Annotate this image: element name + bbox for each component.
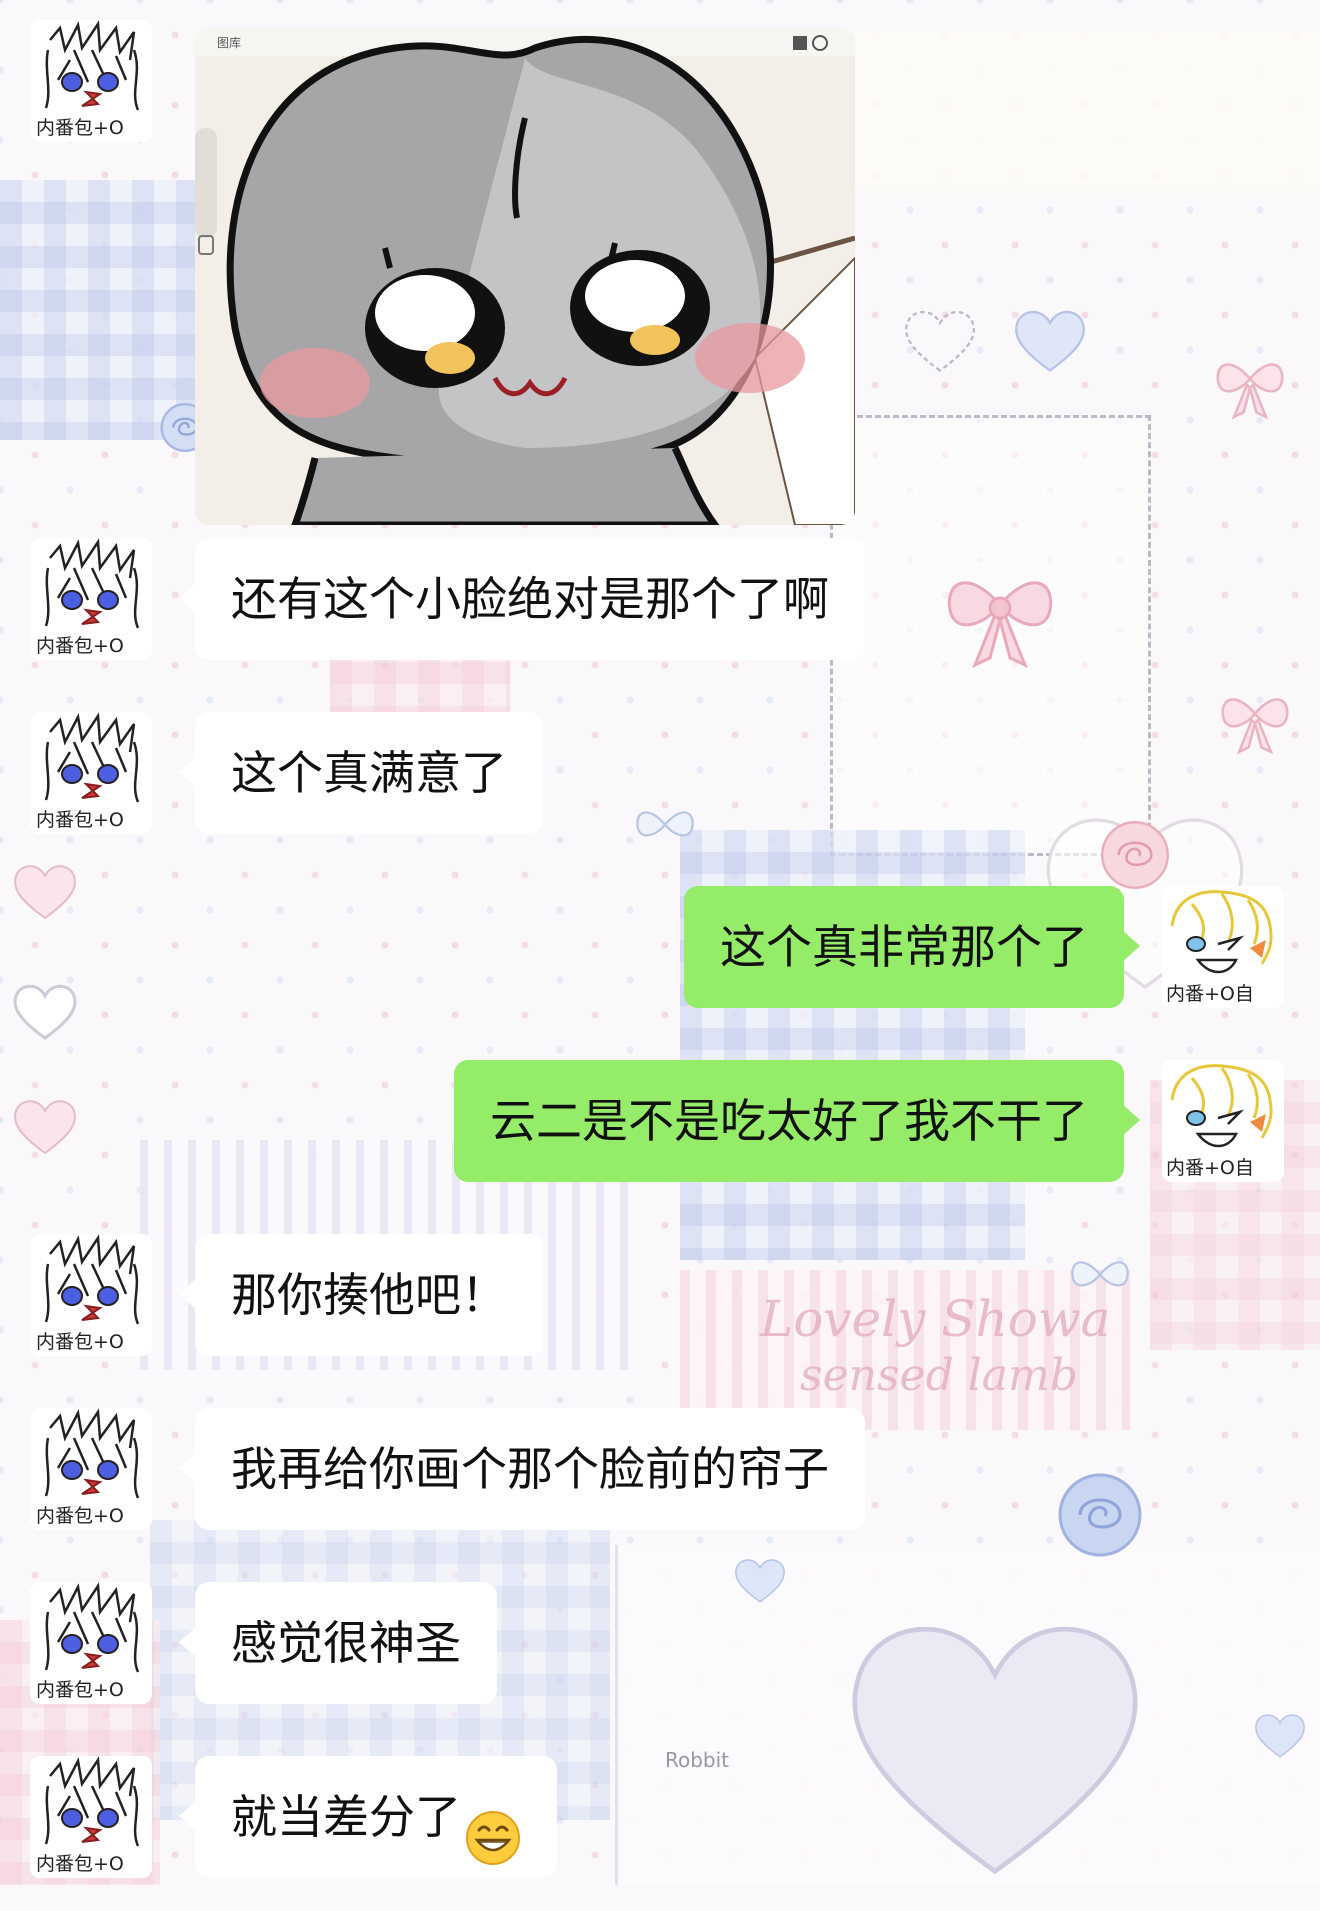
heart-outline-icon bbox=[730, 1555, 790, 1605]
heart-outline-icon bbox=[10, 980, 80, 1042]
message-text: 就当差分了 bbox=[231, 1790, 461, 1844]
contact-avatar[interactable] bbox=[30, 1234, 152, 1356]
outgoing-message-bubble[interactable]: 云二是不是吃太好了我不干了 bbox=[454, 1060, 1140, 1182]
self-avatar[interactable] bbox=[1162, 886, 1284, 1008]
heart-outline-icon bbox=[10, 860, 80, 922]
contact-avatar[interactable] bbox=[30, 1756, 152, 1878]
background-watermark-line1: Lovely Showa bbox=[760, 1290, 1111, 1348]
contact-avatar[interactable] bbox=[30, 1582, 152, 1704]
background-watermark-line2: sensed lamb bbox=[800, 1350, 1078, 1401]
sticker-image-message[interactable]: 图库 bbox=[195, 28, 855, 525]
contact-avatar[interactable] bbox=[30, 20, 152, 142]
contact-avatar[interactable] bbox=[30, 1408, 152, 1530]
heart-outline-icon bbox=[1250, 1710, 1310, 1760]
incoming-message-bubble[interactable]: 感觉很神圣 bbox=[179, 1582, 497, 1704]
outgoing-message-bubble[interactable]: 这个真非常那个了 bbox=[684, 886, 1140, 1008]
gray-cat-sticker-image: 图库 bbox=[195, 28, 855, 525]
heart-outline-icon bbox=[1010, 305, 1090, 375]
incoming-message-bubble[interactable]: 就当差分了 bbox=[179, 1756, 557, 1878]
background-label: Robbit bbox=[665, 1748, 730, 1772]
heart-outline-icon bbox=[10, 1095, 80, 1157]
incoming-message-bubble[interactable]: 这个真满意了 bbox=[179, 712, 543, 834]
heart-outline-icon bbox=[900, 305, 980, 375]
bow-icon bbox=[636, 811, 694, 837]
self-avatar[interactable] bbox=[1162, 1060, 1284, 1182]
bow-icon bbox=[947, 581, 1053, 668]
app-toolbar-label: 图库 bbox=[217, 35, 241, 50]
incoming-message-bubble[interactable]: 那你揍他吧！ bbox=[179, 1234, 543, 1356]
grinning-face-emoji-icon bbox=[465, 1789, 521, 1865]
incoming-message-bubble[interactable]: 我再给你画个那个脸前的帘子 bbox=[179, 1408, 865, 1530]
contact-avatar[interactable] bbox=[30, 712, 152, 834]
bow-icon bbox=[1221, 698, 1289, 755]
incoming-message-bubble[interactable]: 还有这个小脸绝对是那个了啊 bbox=[179, 538, 865, 660]
contact-avatar[interactable] bbox=[30, 538, 152, 660]
bow-icon bbox=[1216, 363, 1284, 420]
heart-outline-icon bbox=[830, 1600, 1160, 1885]
rose-icon bbox=[1058, 1473, 1142, 1557]
